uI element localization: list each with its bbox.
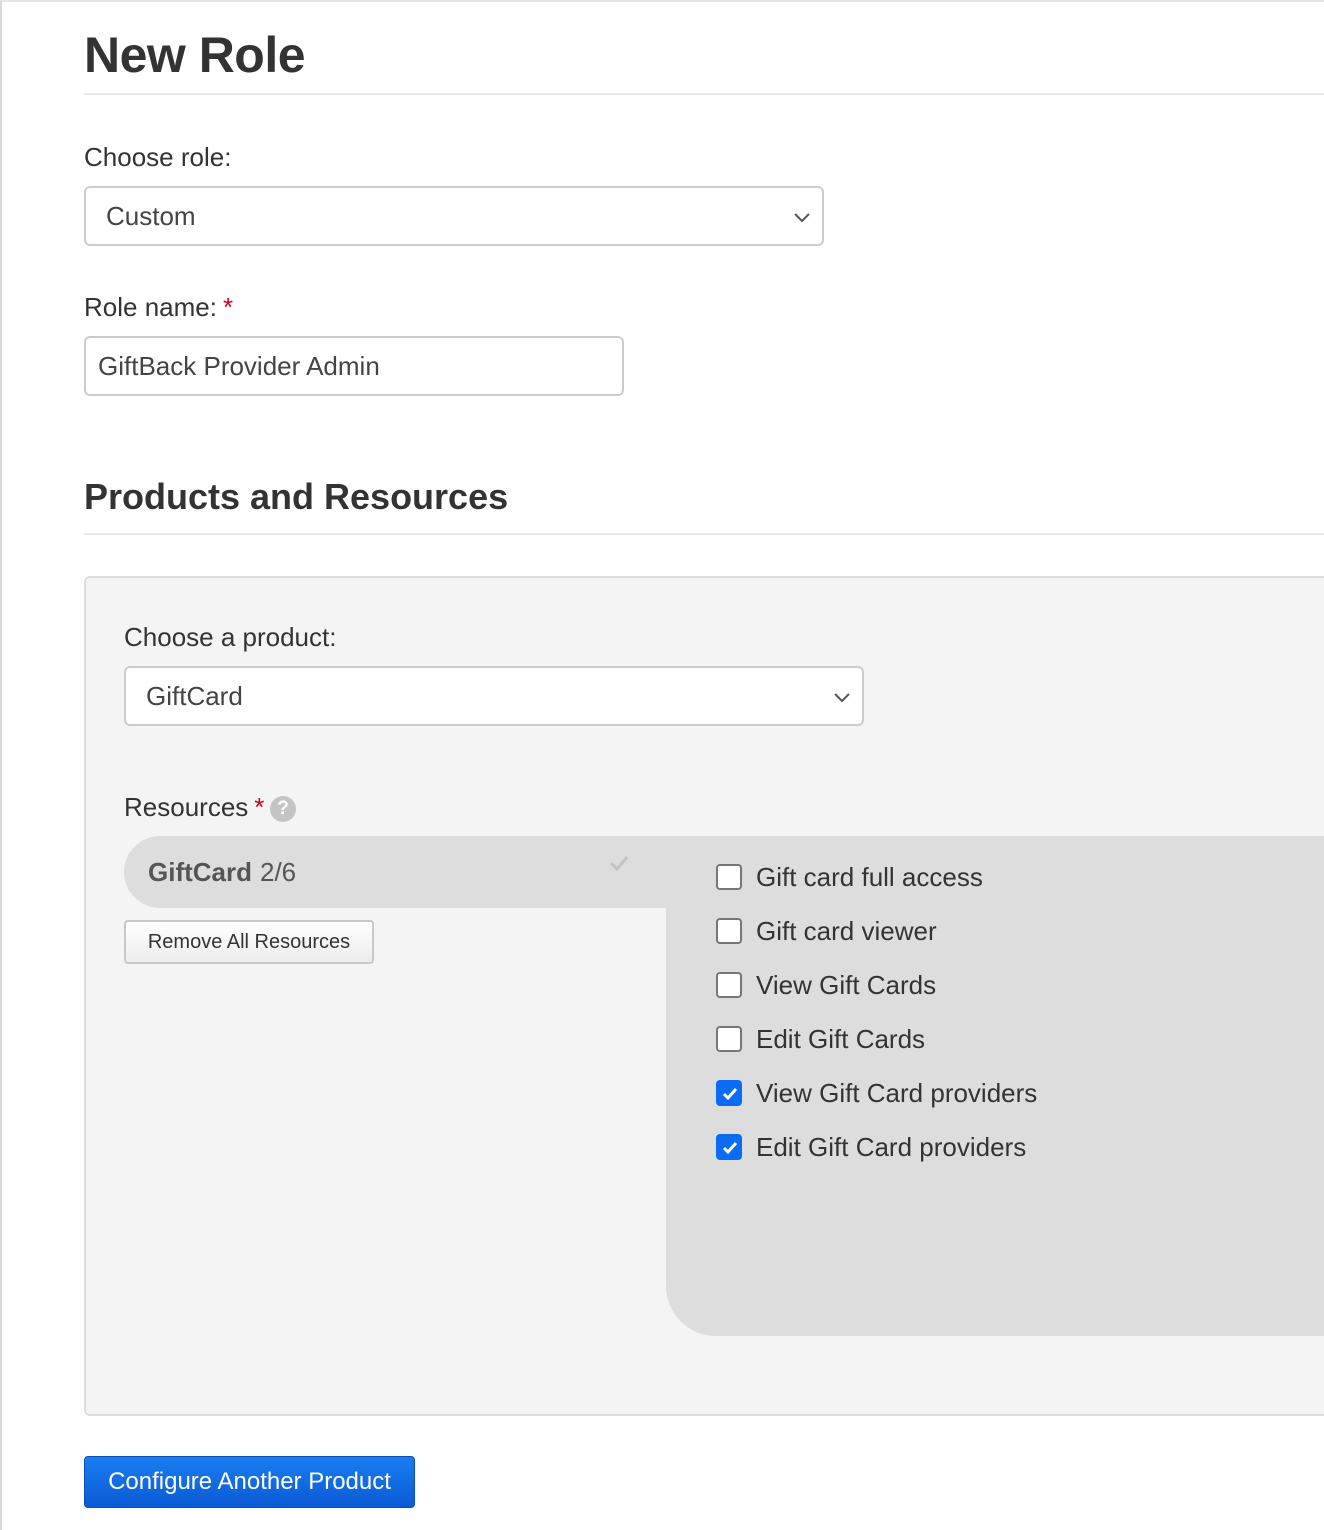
section-divider	[84, 533, 1324, 535]
checkmark-icon	[722, 1142, 738, 1155]
permissions-list: Gift card full access Gift card viewer V…	[716, 850, 1037, 1174]
permission-label: Edit Gift Cards	[756, 1023, 926, 1054]
permission-item[interactable]: View Gift Card providers	[716, 1066, 1037, 1120]
choose-role-select[interactable]: Custom	[84, 186, 824, 246]
permission-label: Gift card full access	[756, 861, 983, 892]
title-divider	[84, 93, 1324, 95]
choose-role-label: Choose role:	[84, 142, 232, 172]
checkbox[interactable]	[716, 972, 742, 998]
choose-role-value: Custom	[106, 200, 196, 231]
choose-product-value: GiftCard	[146, 680, 243, 711]
choose-product-select[interactable]: GiftCard	[124, 666, 864, 726]
checkbox-checked[interactable]	[716, 1134, 742, 1160]
checkbox-checked[interactable]	[716, 1080, 742, 1106]
required-mark: *	[254, 792, 265, 822]
resource-tab-giftcard[interactable]: GiftCard 2/6	[124, 836, 684, 908]
page-title: New Role	[84, 27, 306, 83]
permission-item[interactable]: View Gift Cards	[716, 958, 1037, 1012]
permission-item[interactable]: Edit Gift Cards	[716, 1012, 1037, 1066]
checkbox[interactable]	[716, 918, 742, 944]
checkbox[interactable]	[716, 864, 742, 890]
products-section-title: Products and Resources	[84, 476, 509, 517]
remove-all-resources-button[interactable]: Remove All Resources	[124, 920, 374, 964]
role-name-label: Role name: *	[84, 292, 233, 323]
permission-item[interactable]: Edit Gift Card providers	[716, 1120, 1037, 1174]
help-icon[interactable]: ?	[270, 796, 296, 822]
chevron-down-icon	[834, 693, 850, 703]
permission-item[interactable]: Gift card full access	[716, 850, 1037, 904]
role-name-label-text: Role name:	[84, 292, 217, 322]
checkbox[interactable]	[716, 1026, 742, 1052]
choose-product-label: Choose a product:	[124, 622, 337, 652]
permission-item[interactable]: Gift card viewer	[716, 904, 1037, 958]
role-name-input[interactable]	[84, 336, 624, 396]
permission-label: Gift card viewer	[756, 915, 937, 946]
chevron-down-icon	[794, 213, 810, 223]
resource-tab-count: 2/6	[260, 856, 297, 887]
permission-label: Edit Gift Card providers	[756, 1131, 1027, 1162]
resources-label: Resources *	[124, 792, 264, 823]
resources-label-text: Resources	[124, 792, 249, 822]
checkmark-icon	[722, 1088, 738, 1101]
permission-label: View Gift Cards	[756, 969, 937, 1000]
required-mark: *	[222, 292, 234, 322]
checkmark-icon	[609, 856, 629, 872]
resource-tab-name: GiftCard	[148, 856, 252, 887]
permission-label: View Gift Card providers	[756, 1077, 1038, 1108]
configure-another-product-button[interactable]: Configure Another Product	[84, 1456, 415, 1508]
